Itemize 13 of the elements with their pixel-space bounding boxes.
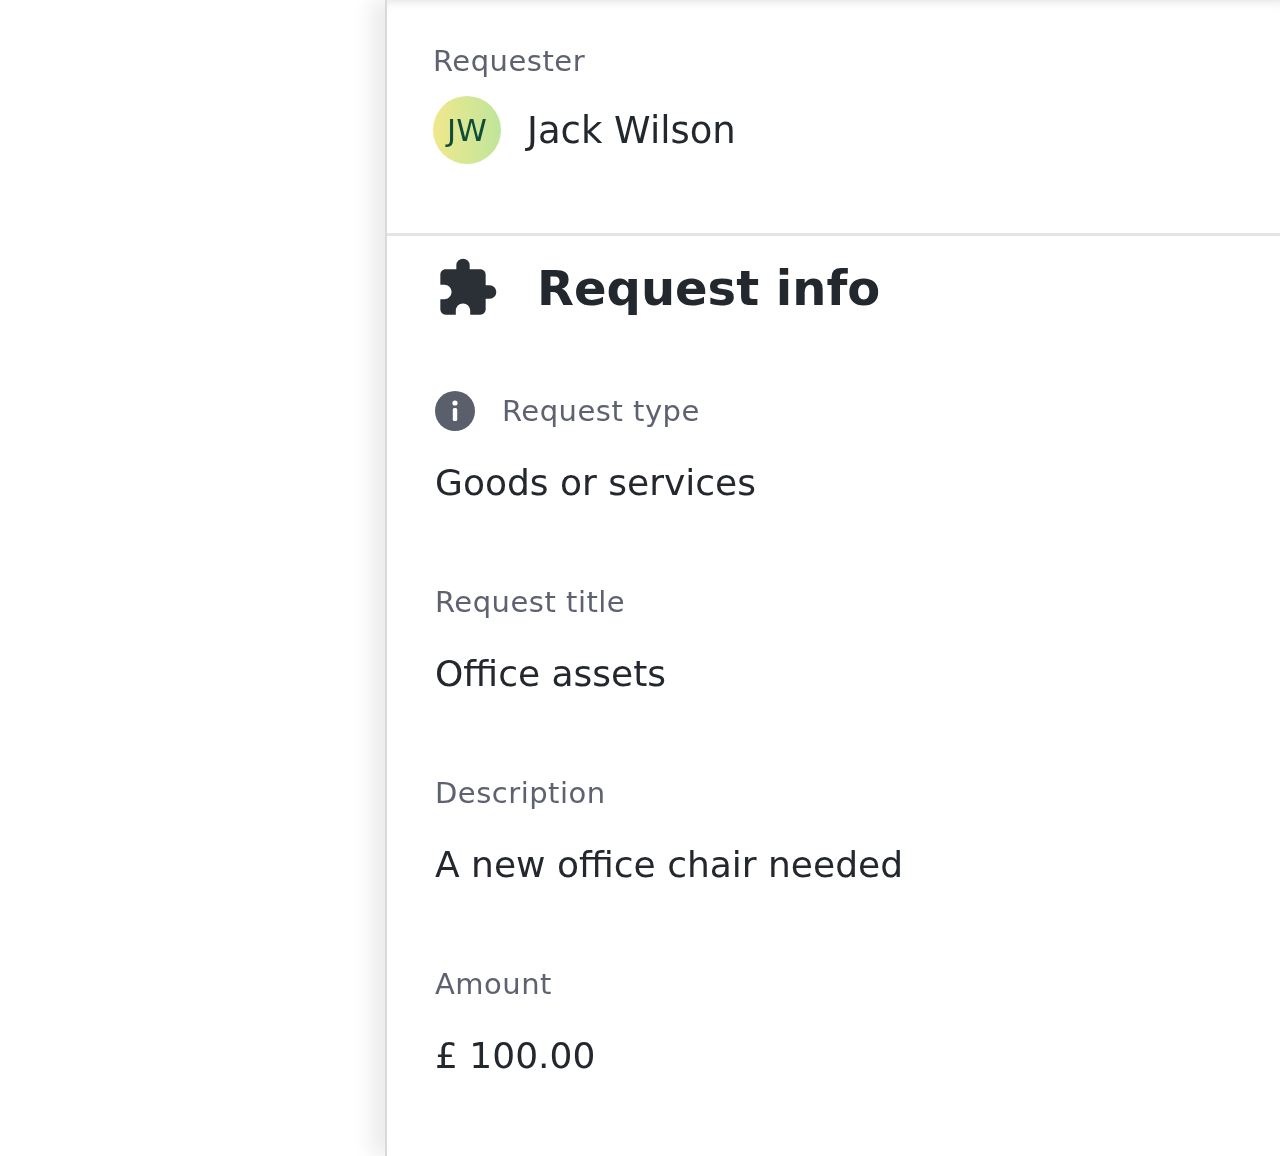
requester-name: Jack Wilson [527,108,736,152]
field-value: Office assets [435,653,668,694]
field-label: Request type [502,394,700,428]
field-label: Request title [435,585,626,619]
info-icon [435,391,475,431]
field-label: Description [435,776,606,810]
field-value: £ 100.00 [435,1035,597,1076]
field-value: A new office chair needed [435,844,905,885]
section-title: Request info [537,260,881,316]
field-value: Goods or services [435,462,757,503]
avatar: JW [433,96,501,164]
field-label: Amount [435,967,552,1001]
requester-label: Requester [433,44,586,78]
